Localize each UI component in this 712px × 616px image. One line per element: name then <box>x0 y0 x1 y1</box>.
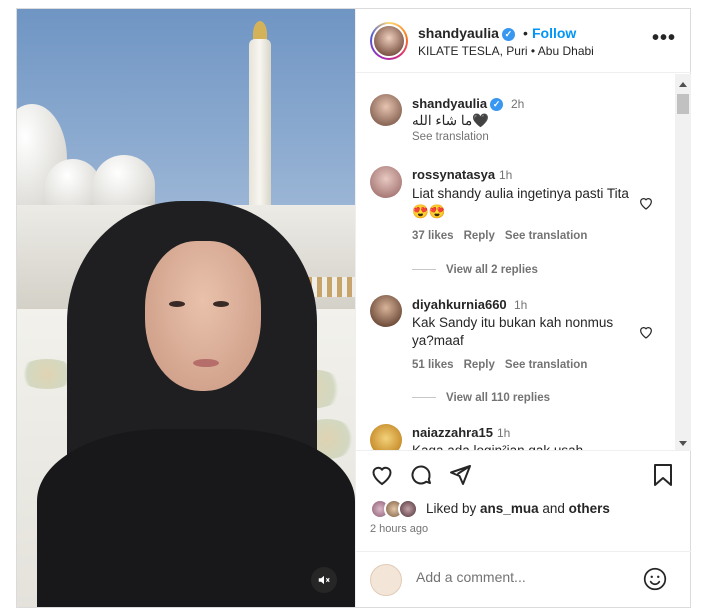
comment-time: 1h <box>499 168 513 182</box>
liked-by-text: Liked by ans_mua and others <box>426 501 610 516</box>
author-username-text[interactable]: shandyaulia <box>418 25 499 41</box>
caption-username[interactable]: shandyaulia ✓ <box>412 96 504 111</box>
comment-username[interactable]: rossynatasya <box>412 167 495 182</box>
person-eye <box>169 301 185 307</box>
comment-likes[interactable]: 37 likes <box>412 230 454 242</box>
comment-meta: 37 likes Reply See translation <box>412 230 597 242</box>
bookmark-icon[interactable] <box>652 463 674 487</box>
comments-scrollbar[interactable] <box>675 74 691 450</box>
mute-button[interactable] <box>311 567 337 593</box>
current-user-avatar <box>370 564 402 596</box>
author-avatar[interactable] <box>370 22 408 60</box>
comment-meta: 51 likes Reply See translation <box>412 359 597 371</box>
post-location[interactable]: KILATE TESLA, Puri • Abu Dhabi <box>418 44 594 58</box>
comment-reply-button[interactable]: Reply <box>464 230 495 242</box>
scroll-up-arrow-icon[interactable] <box>679 82 687 87</box>
view-replies-button[interactable]: View all 2 replies <box>412 264 538 276</box>
comment-text: Kaga ada login²ian gak usah <box>412 442 632 450</box>
comment-like-heart-icon[interactable] <box>638 324 654 340</box>
comment-avatar[interactable] <box>370 295 402 327</box>
paper-plane-icon[interactable] <box>448 463 472 487</box>
comment-username[interactable]: diyahkurnia660 <box>412 297 507 312</box>
comment-icon[interactable] <box>409 463 433 487</box>
author-username[interactable]: shandyaulia ✓ <box>418 25 515 41</box>
caption-see-translation[interactable]: See translation <box>412 131 489 143</box>
comment-text: Liat shandy aulia ingetinya pasti Tita 😍… <box>412 186 629 219</box>
add-comment-input[interactable] <box>416 569 636 585</box>
verified-badge-icon: ✓ <box>501 28 515 41</box>
comment-avatar[interactable] <box>370 166 402 198</box>
scroll-down-arrow-icon[interactable] <box>679 441 687 446</box>
comment-reply-button[interactable]: Reply <box>464 359 495 371</box>
comment-avatar[interactable] <box>370 424 402 450</box>
liked-by-others-link[interactable]: others <box>569 501 610 516</box>
post-side-panel: shandyaulia ✓ • Follow KILATE TESLA, Puri… <box>355 9 691 607</box>
post-timestamp[interactable]: 2 hours ago <box>370 523 428 535</box>
follow-button[interactable]: Follow <box>532 25 576 41</box>
scrollbar-thumb[interactable] <box>677 94 689 114</box>
speaker-muted-icon <box>318 575 330 585</box>
comment-time: 1h <box>497 426 511 440</box>
person-eye <box>213 301 229 307</box>
caption-text: ما شاء الله🖤 <box>412 113 490 128</box>
post-header: shandyaulia ✓ • Follow KILATE TESLA, Puri… <box>356 9 691 73</box>
more-options-button[interactable]: ••• <box>652 28 676 48</box>
comment-see-translation[interactable]: See translation <box>505 230 587 242</box>
comments-list[interactable]: shandyaulia ✓ 2h ما شاء الله🖤 See transla… <box>356 74 691 450</box>
comment-time: 1h <box>514 298 528 312</box>
person-lips <box>193 359 219 367</box>
post-actions: Liked by ans_mua and others 2 hours ago <box>356 450 691 550</box>
header-separator: • <box>523 25 528 41</box>
caption-time: 2h <box>511 97 525 111</box>
caption-avatar[interactable] <box>370 94 402 126</box>
liked-by-avatars[interactable] <box>370 499 424 519</box>
verified-badge-icon: ✓ <box>490 98 504 111</box>
avatar <box>398 499 418 519</box>
comment-like-heart-icon[interactable] <box>638 195 654 211</box>
liked-by-user-link[interactable]: ans_mua <box>480 501 539 516</box>
person-body <box>37 429 355 607</box>
add-comment-bar <box>356 551 691 607</box>
comment-username[interactable]: naiazzahra15 <box>412 425 493 440</box>
smiley-icon[interactable] <box>642 566 668 592</box>
comment-text: Kak Sandy itu bukan kah nonmus ya?maaf <box>412 315 614 348</box>
comment-likes[interactable]: 51 likes <box>412 359 454 371</box>
comment-see-translation[interactable]: See translation <box>505 359 587 371</box>
post-video[interactable] <box>17 9 355 607</box>
view-replies-button[interactable]: View all 110 replies <box>412 392 550 404</box>
instagram-post: shandyaulia ✓ • Follow KILATE TESLA, Puri… <box>16 8 691 608</box>
heart-icon[interactable] <box>370 463 394 487</box>
person-face <box>145 241 261 391</box>
